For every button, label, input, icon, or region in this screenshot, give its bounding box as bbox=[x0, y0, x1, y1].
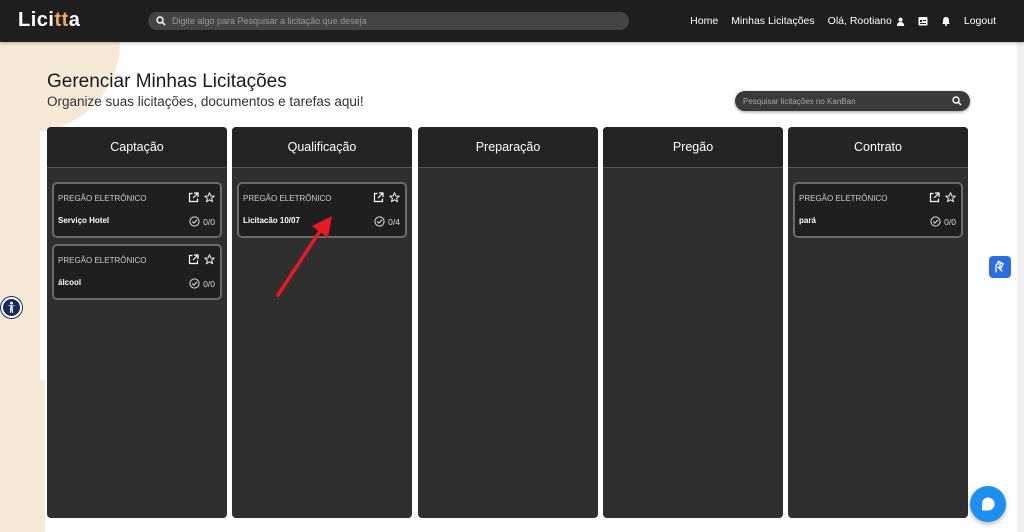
nav-home[interactable]: Home bbox=[690, 15, 718, 27]
nav-user[interactable]: Olá, Rootiano bbox=[828, 15, 905, 27]
user-icon bbox=[896, 17, 904, 26]
vlibras-button[interactable] bbox=[989, 256, 1011, 278]
global-search[interactable] bbox=[148, 12, 629, 30]
task-count: 0/0 bbox=[189, 278, 215, 289]
nav-notifications[interactable] bbox=[941, 16, 951, 26]
card-type: PREGÃO ELETRÔNICO bbox=[58, 194, 147, 203]
check-circle-icon bbox=[189, 216, 200, 227]
top-navbar: Licitta Home Minhas Licitações Olá, Root… bbox=[0, 0, 1024, 42]
card-actions bbox=[188, 192, 215, 203]
nav-minhas-licitacoes[interactable]: Minhas Licitações bbox=[731, 15, 814, 27]
calendar-icon bbox=[918, 17, 928, 26]
star-icon[interactable] bbox=[204, 254, 215, 265]
check-circle-icon bbox=[189, 278, 200, 289]
card-title: álcool bbox=[58, 278, 82, 287]
search-icon[interactable] bbox=[952, 96, 962, 106]
star-icon[interactable] bbox=[945, 192, 956, 203]
app-logo[interactable]: Licitta bbox=[18, 9, 80, 32]
hands-icon bbox=[995, 260, 1004, 273]
card-title: Serviço Hotel bbox=[58, 216, 110, 225]
star-icon[interactable] bbox=[204, 192, 215, 203]
nav-menu: Home Minhas Licitações Olá, Rootiano Log… bbox=[690, 0, 996, 42]
nav-calendar[interactable] bbox=[918, 16, 928, 26]
column-title: Preparação bbox=[418, 127, 598, 168]
check-circle-icon bbox=[374, 216, 385, 227]
card-actions bbox=[373, 192, 400, 203]
task-count-value: 0/4 bbox=[388, 216, 400, 227]
accessibility-icon bbox=[7, 301, 16, 313]
global-search-input[interactable] bbox=[172, 16, 612, 26]
background-decoration bbox=[0, 380, 45, 532]
column-title: Qualificação bbox=[232, 127, 412, 168]
user-greeting: Olá, Rootiano bbox=[827, 15, 892, 27]
task-count-value: 0/0 bbox=[203, 216, 215, 227]
column-title: Pregão bbox=[603, 127, 783, 168]
card-actions bbox=[929, 192, 956, 203]
kanban-column: Contrato PREGÃO ELETRÔNICO pará 0/0 bbox=[788, 127, 968, 518]
column-title: Contrato bbox=[788, 127, 968, 168]
task-count-value: 0/0 bbox=[944, 216, 956, 227]
column-title: Captação bbox=[47, 127, 227, 168]
card-actions bbox=[188, 254, 215, 265]
kanban-search[interactable] bbox=[735, 91, 970, 111]
chat-icon bbox=[981, 497, 995, 511]
chat-button[interactable] bbox=[970, 486, 1006, 522]
open-external-icon[interactable] bbox=[188, 254, 199, 265]
task-count: 0/0 bbox=[189, 216, 215, 227]
scrollbar[interactable] bbox=[1017, 42, 1024, 532]
annotation-arrow bbox=[276, 216, 332, 297]
kanban-column: Preparação bbox=[418, 127, 598, 518]
page-subtitle: Organize suas licitações, documentos e t… bbox=[47, 94, 364, 109]
task-count-value: 0/0 bbox=[203, 278, 215, 289]
page-title: Gerenciar Minhas Licitações bbox=[47, 71, 287, 92]
licitacao-card[interactable]: PREGÃO ELETRÔNICO pará 0/0 bbox=[793, 182, 963, 238]
star-icon[interactable] bbox=[389, 192, 400, 203]
card-type: PREGÃO ELETRÔNICO bbox=[58, 256, 147, 265]
card-type: PREGÃO ELETRÔNICO bbox=[243, 194, 332, 203]
kanban-search-input[interactable] bbox=[743, 96, 952, 106]
search-icon bbox=[156, 16, 166, 26]
check-circle-icon bbox=[930, 216, 941, 227]
nav-logout[interactable]: Logout bbox=[964, 15, 996, 27]
card-type: PREGÃO ELETRÔNICO bbox=[799, 194, 888, 203]
task-count: 0/0 bbox=[930, 216, 956, 227]
kanban-column: Qualificação PREGÃO ELETRÔNICO Licitacão 1… bbox=[232, 127, 412, 518]
open-external-icon[interactable] bbox=[929, 192, 940, 203]
bell-icon bbox=[941, 17, 950, 26]
card-title: pará bbox=[799, 216, 816, 225]
licitacao-card[interactable]: PREGÃO ELETRÔNICO Serviço Hotel 0/0 bbox=[52, 182, 222, 238]
task-count: 0/4 bbox=[374, 216, 400, 227]
licitacao-card[interactable]: PREGÃO ELETRÔNICO álcool 0/0 bbox=[52, 244, 222, 300]
open-external-icon[interactable] bbox=[373, 192, 384, 203]
open-external-icon[interactable] bbox=[188, 192, 199, 203]
accessibility-button[interactable] bbox=[1, 297, 22, 318]
kanban-column: Pregão bbox=[603, 127, 783, 518]
kanban-column: Captação PREGÃO ELETRÔNICO Serviço Hotel 0/… bbox=[47, 127, 227, 518]
